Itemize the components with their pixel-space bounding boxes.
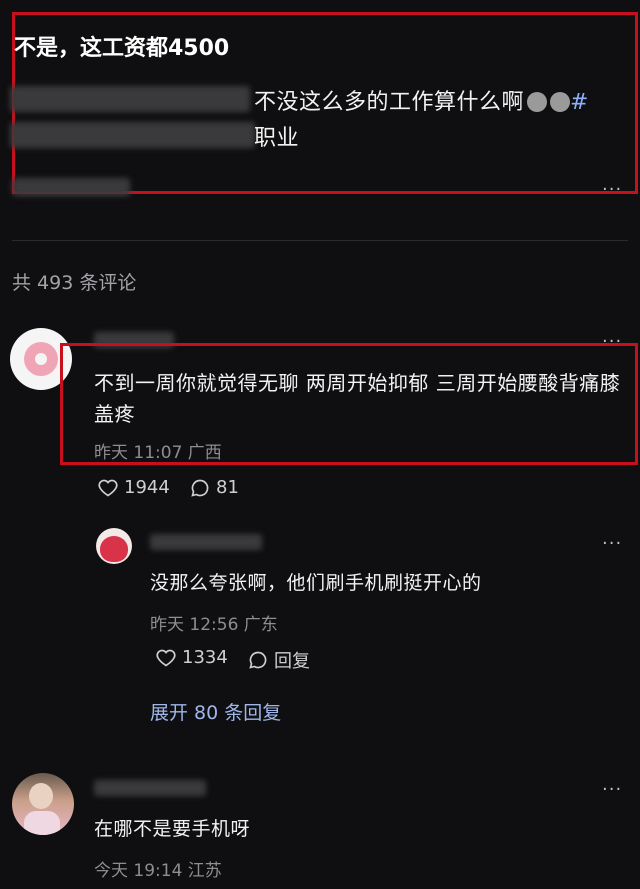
comment-bubble-icon [249, 651, 267, 669]
reply-button[interactable]: 81 [190, 477, 239, 498]
donut-avatar-icon [24, 342, 58, 376]
comment-text: 不到一周你就觉得无聊 两周开始抑郁 三周开始腰酸背痛膝盖疼 [94, 371, 621, 426]
heart-icon [98, 479, 118, 496]
avatar[interactable] [12, 773, 74, 835]
expand-replies-link[interactable]: 展开 80 条回复 [150, 698, 281, 725]
hashtag-link[interactable]: # [570, 90, 589, 115]
comment-meta: 今天 19:14 江苏 [94, 861, 222, 881]
divider [12, 240, 628, 241]
reply-button[interactable]: 回复 [248, 647, 310, 673]
blurred-text [10, 86, 250, 112]
person-avatar-icon [29, 783, 53, 809]
reply-label: 回复 [274, 651, 310, 672]
crying-emoji-icon [550, 92, 571, 112]
avatar[interactable] [96, 528, 132, 564]
comment-count-header: 共 493 条评论 [12, 272, 137, 294]
comment-bubble-icon [191, 479, 209, 497]
post-body-line1: 不没这么多的工作算什么啊 # [254, 90, 589, 115]
tomato-avatar-icon [100, 536, 128, 562]
reply-meta: 昨天 12:56 广东 [150, 615, 278, 635]
post-more-options-icon[interactable]: ... [602, 174, 622, 195]
heart-icon [156, 649, 176, 666]
reply-text: 没那么夸张啊，他们刷手机刷挺开心的 [150, 572, 482, 594]
blurred-author-info [12, 178, 130, 196]
post-body-line2: 职业 [254, 126, 300, 151]
like-count: 1944 [124, 477, 170, 498]
comment-more-options-icon[interactable]: ... [602, 774, 622, 795]
like-count: 1334 [182, 647, 228, 668]
reply-more-options-icon[interactable]: ... [602, 528, 622, 549]
blurred-username [94, 780, 206, 796]
comment-text: 在哪不是要手机呀 [94, 818, 251, 840]
blurred-username [150, 534, 262, 550]
comment-meta: 昨天 11:07 广西 [94, 443, 222, 463]
like-button[interactable]: 1944 [98, 477, 170, 498]
post-title: 不是，这工资都4500 [14, 36, 230, 61]
crying-emoji-icon [527, 92, 548, 112]
blurred-text [10, 122, 255, 148]
reply-count: 81 [216, 477, 239, 498]
like-button[interactable]: 1334 [156, 647, 228, 668]
